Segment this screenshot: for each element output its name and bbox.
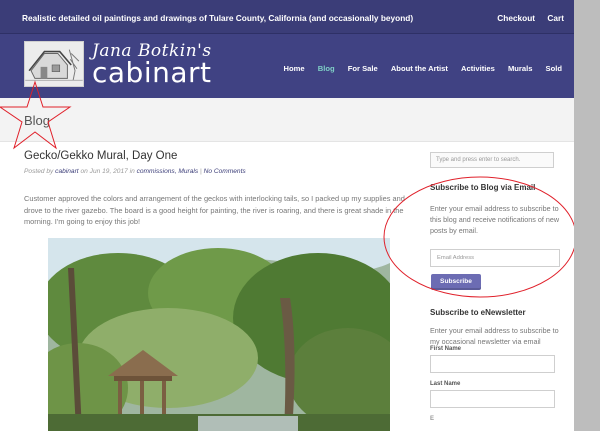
top-links: Checkout Cart	[487, 13, 564, 23]
gazebo-photo-image	[48, 238, 390, 431]
meta-separator: |	[200, 168, 202, 175]
first-name-label: First Name	[430, 346, 462, 352]
newsletter-text: Enter your email address to subscribe to…	[430, 326, 559, 346]
meta-author-link[interactable]: cabinart	[55, 168, 78, 175]
nav-murals[interactable]: Murals	[508, 64, 532, 73]
post-title[interactable]: Gecko/Gekko Mural, Day One	[24, 150, 177, 162]
nav-sold[interactable]: Sold	[546, 64, 562, 73]
last-name-label: Last Name	[430, 381, 461, 387]
page-title-band: Blog	[0, 98, 574, 142]
email-label: E	[430, 416, 435, 422]
post-photo-gazebo	[48, 238, 390, 431]
nav-about-artist[interactable]: About the Artist	[391, 64, 448, 73]
site-tagline: Realistic detailed oil paintings and dra…	[22, 13, 414, 23]
page-title: Blog	[24, 113, 51, 128]
newsletter-title: Subscribe to eNewsletter	[430, 308, 526, 317]
logo-cabin-drawing[interactable]	[24, 41, 84, 87]
cabin-sketch-icon	[25, 42, 83, 86]
site-header: Jana Botkin's cabinart Home Blog For Sal…	[0, 34, 574, 98]
meta-categories-link[interactable]: commissions, Murals	[137, 168, 199, 175]
post-meta: Posted by cabinart on Jun 19, 2017 in co…	[24, 168, 246, 175]
nav-blog[interactable]: Blog	[318, 64, 335, 73]
first-name-field[interactable]	[430, 355, 555, 373]
cart-link[interactable]: Cart	[547, 13, 564, 23]
email-address-input[interactable]: Email Address	[430, 249, 560, 267]
subscribe-button[interactable]: Subscribe	[431, 274, 481, 290]
nav-for-sale[interactable]: For Sale	[348, 64, 378, 73]
top-bar: Realistic detailed oil paintings and dra…	[0, 0, 574, 34]
post-body-text: Customer approved the colors and arrange…	[24, 194, 405, 227]
logo-wordmark[interactable]: cabinart	[92, 56, 212, 89]
subscribe-blog-text: Enter your email address to subscribe to…	[430, 204, 560, 235]
checkout-link[interactable]: Checkout	[497, 13, 535, 23]
subscribe-blog-title: Subscribe to Blog via Email	[430, 183, 536, 192]
page-right-gutter	[574, 0, 600, 431]
nav-home[interactable]: Home	[284, 64, 305, 73]
meta-prefix: Posted by	[24, 168, 54, 175]
page: Realistic detailed oil paintings and dra…	[0, 0, 574, 431]
meta-date: on Jun 19, 2017 in	[80, 168, 135, 175]
last-name-field[interactable]	[430, 390, 555, 408]
search-input[interactable]: Type and press enter to search.	[430, 152, 554, 168]
main-nav: Home Blog For Sale About the Artist Acti…	[273, 64, 563, 73]
nav-activities[interactable]: Activities	[461, 64, 495, 73]
meta-comments-link[interactable]: No Comments	[204, 168, 246, 175]
